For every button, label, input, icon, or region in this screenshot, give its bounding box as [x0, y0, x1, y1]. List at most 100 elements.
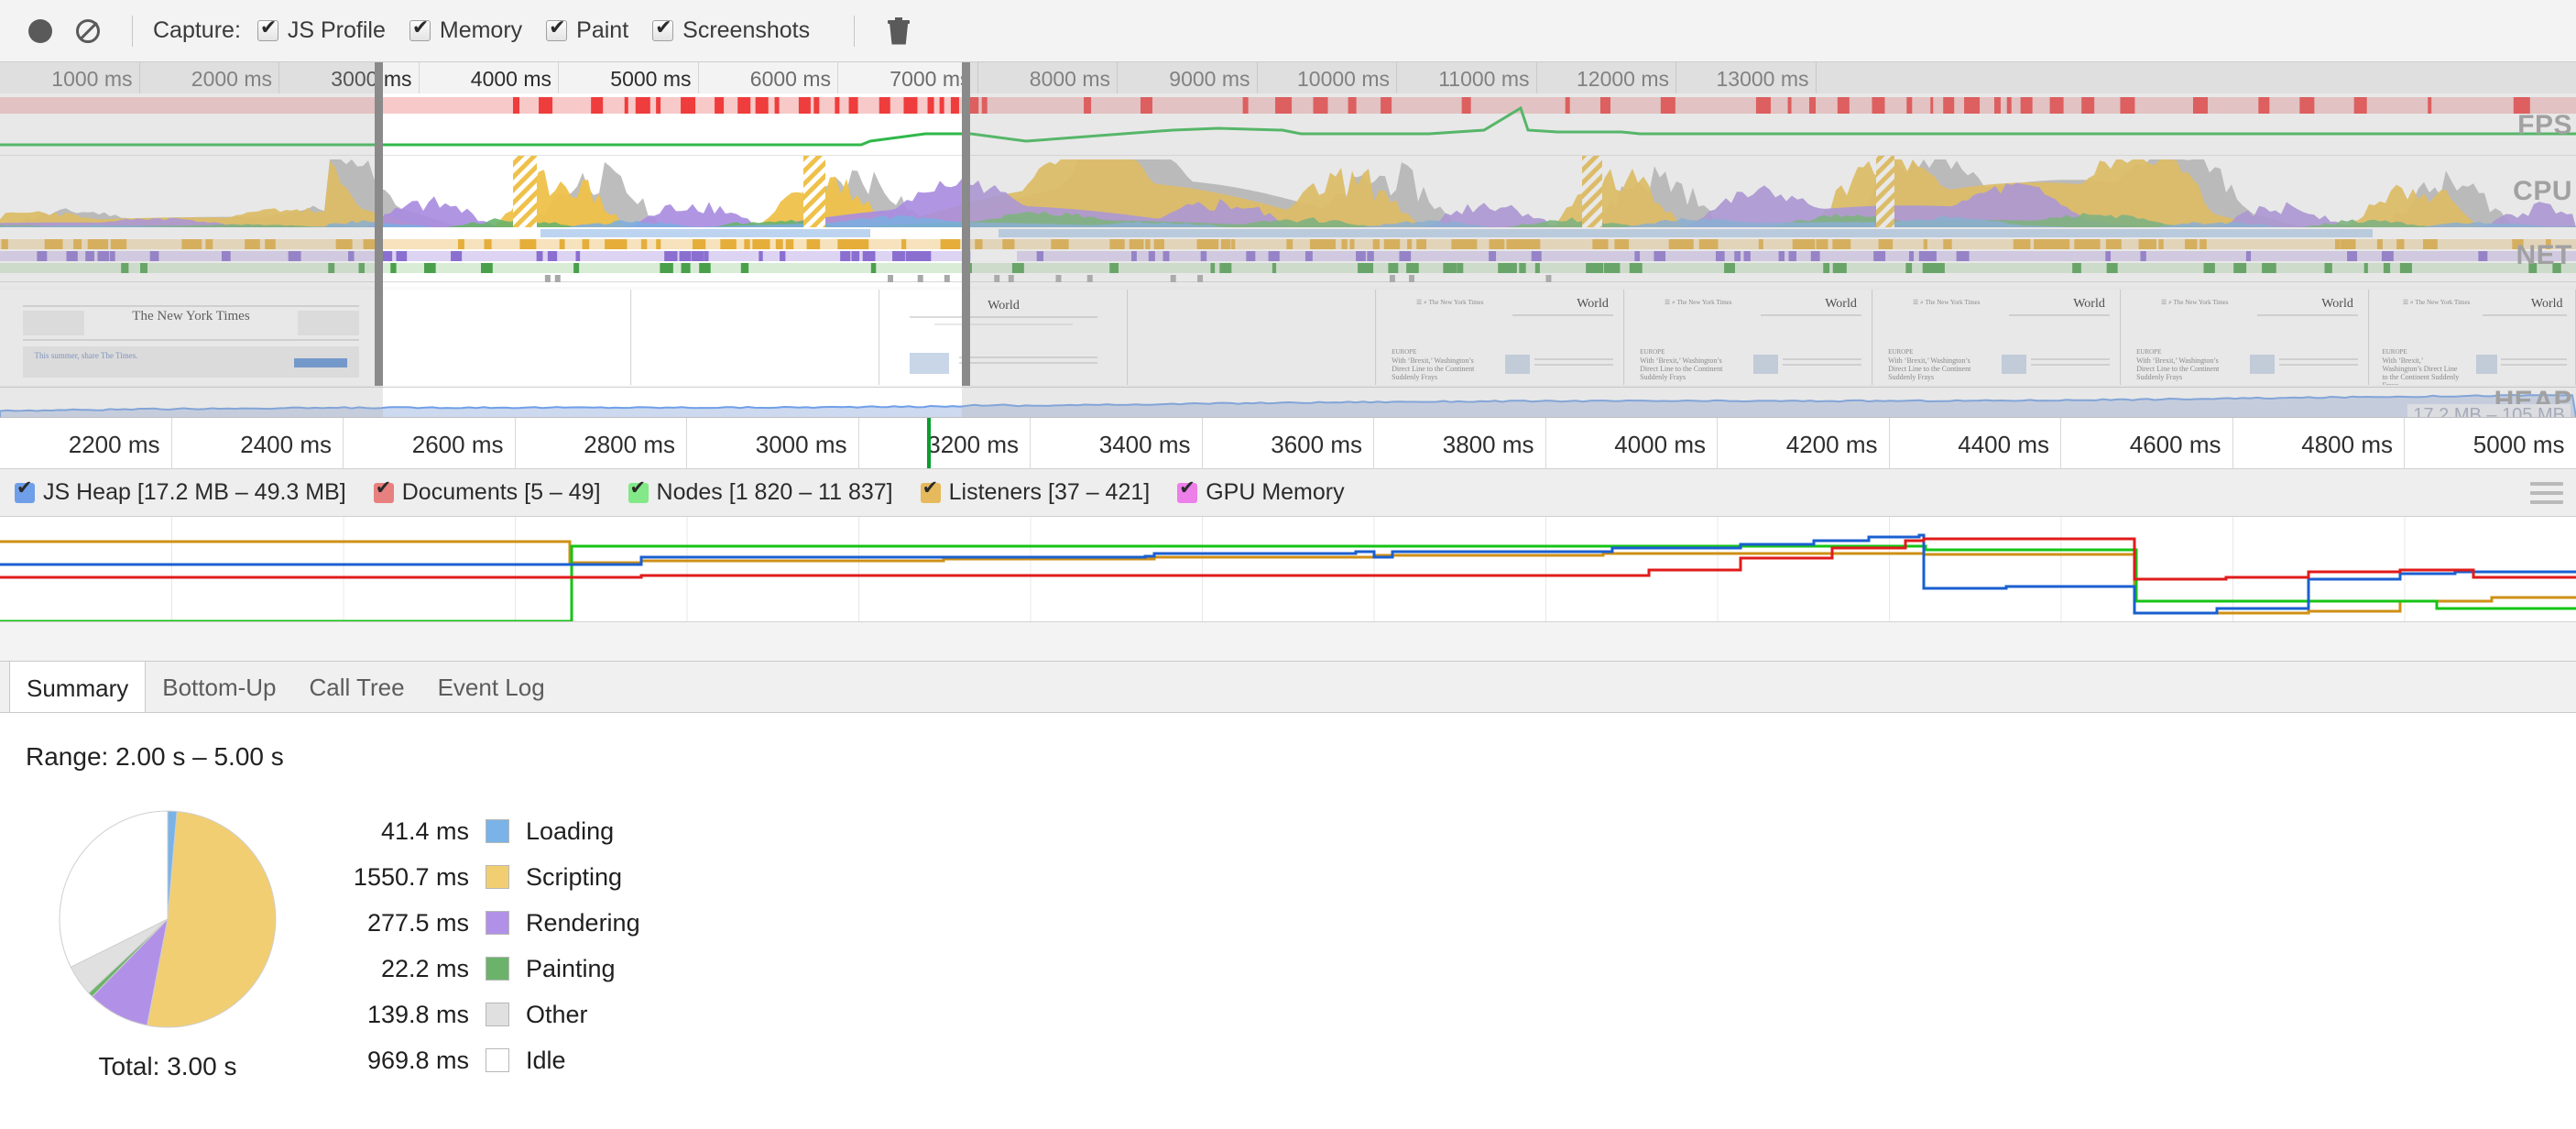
overview-ruler-tick: 2000 ms: [140, 62, 279, 93]
detail-ruler-tick: 2400 ms: [172, 418, 344, 468]
overview-filmstrip[interactable]: The New York Times This summer, share The…: [0, 287, 2576, 388]
legend-value: 22.2 ms: [380, 954, 469, 982]
legend-label: Rendering: [526, 908, 640, 937]
detail-ruler-tick: 4400 ms: [1890, 418, 2061, 468]
detail-ruler-tick: 5000 ms: [2405, 418, 2576, 468]
filmstrip-frame[interactable]: World: [880, 290, 1128, 385]
capture-option-label: Paint: [576, 17, 629, 43]
counter-toggle-1[interactable]: Documents [5 – 49]: [373, 478, 601, 506]
counter-toggle-2[interactable]: Nodes [1 820 – 11 837]: [628, 478, 893, 506]
detail-ruler-tick: 3000 ms: [687, 418, 859, 468]
record-button[interactable]: [16, 7, 64, 55]
tab-event-log[interactable]: Event Log: [421, 661, 562, 712]
capture-option-label: Screenshots: [682, 17, 811, 43]
capture-option-js-profile[interactable]: JS Profile: [257, 17, 386, 44]
legend-swatch-idle: [486, 1048, 509, 1072]
overview-ruler-tick: 1000 ms: [0, 62, 140, 93]
overview-network-band: NET: [0, 227, 2576, 282]
overview-ruler-tick: 9000 ms: [1118, 62, 1258, 93]
overview-ruler-tick: 7000 ms: [838, 62, 978, 93]
legend-label: Painting: [526, 954, 616, 982]
overview-fps-band: FPS: [0, 93, 2576, 156]
trash-icon: [888, 16, 911, 45]
capture-option-screenshots[interactable]: Screenshots: [652, 17, 810, 44]
capture-option-label: Memory: [439, 17, 523, 43]
overview-ruler[interactable]: 1000 ms 2000 ms 3000 ms 4000 ms 5000 ms 6000 …: [0, 62, 2576, 93]
filmstrip-frame[interactable]: World ☰ ⌕ The New York Times EUROPE With ‘B…: [2122, 290, 2369, 385]
tab-bottom-up[interactable]: Bottom-Up: [146, 661, 292, 712]
clear-circle-icon: [76, 18, 100, 43]
counter-toggle-0[interactable]: JS Heap [17.2 MB – 49.3 MB]: [15, 478, 346, 506]
detail-ruler-tick: 4800 ms: [2233, 418, 2405, 468]
legend-label: Loading: [526, 817, 615, 845]
toolbar-divider-2: [854, 15, 856, 47]
overview-selection-handle-right[interactable]: [962, 62, 970, 386]
legend-value: 1550.7 ms: [353, 862, 469, 891]
filmstrip-frame[interactable]: [384, 290, 631, 385]
filmstrip-frame[interactable]: [632, 290, 879, 385]
pie-total-label: Total: 3.00 s: [98, 1052, 237, 1080]
legend-row: 969.8 ms Idle: [302, 1037, 640, 1083]
counter-checkbox[interactable]: [920, 478, 941, 503]
checkbox-screenshots[interactable]: [652, 17, 674, 41]
checkbox-memory[interactable]: [409, 17, 431, 41]
clear-button[interactable]: [64, 7, 112, 55]
detail-ruler-tick: 4200 ms: [1718, 418, 1890, 468]
counter-toggle-3[interactable]: Listeners [37 – 421]: [920, 478, 1151, 506]
timeline-overview[interactable]: 1000 ms 2000 ms 3000 ms 4000 ms 5000 ms 6000 …: [0, 62, 2576, 417]
delete-recording-button[interactable]: [875, 7, 922, 55]
filmstrip-frame[interactable]: World ☰ ⌕ The New York Times EUROPE With ‘B…: [1873, 290, 2121, 385]
legend-value: 139.8 ms: [366, 1000, 469, 1028]
capture-option-label: JS Profile: [287, 17, 386, 43]
filmstrip-frame[interactable]: World ☰ ⌕ The New York Times EUROPE With ‘B…: [2370, 290, 2576, 385]
checkbox-paint[interactable]: [546, 17, 568, 41]
overview-ruler-tick: 3000 ms: [279, 62, 420, 93]
filmstrip-frame[interactable]: World ☰ ⌕ The New York Times EUROPE With ‘B…: [1625, 290, 1872, 385]
overview-ruler-tick: 6000 ms: [699, 62, 838, 93]
counter-checkbox[interactable]: [373, 478, 394, 503]
overview-selection-handle-left[interactable]: [375, 62, 383, 386]
pie-chart-legend: 41.4 ms Loading 1550.7 ms Scripting 277.5 ms…: [302, 808, 640, 1083]
legend-swatch-loading: [486, 819, 509, 843]
cpu-band-label: CPU: [2513, 176, 2572, 206]
counter-checkbox[interactable]: [1177, 478, 1198, 503]
range-label: Range: 2.00 s – 5.00 s: [26, 742, 284, 771]
counter-label: Listeners [37 – 421]: [948, 479, 1151, 505]
capture-option-paint[interactable]: Paint: [546, 17, 628, 44]
detail-ruler-tick: 3400 ms: [1031, 418, 1203, 468]
capture-label: Capture:: [153, 17, 241, 43]
capture-option-memory[interactable]: Memory: [409, 17, 522, 44]
detail-ruler-tick: 2800 ms: [516, 418, 687, 468]
hamburger-menu-icon[interactable]: [2530, 482, 2563, 504]
counter-checkbox[interactable]: [628, 478, 649, 503]
tab-summary[interactable]: Summary: [9, 661, 147, 712]
tab-call-tree[interactable]: Call Tree: [293, 661, 421, 712]
legend-label: Other: [526, 1000, 588, 1028]
memory-chart-footer: [0, 621, 2576, 662]
counter-checkbox[interactable]: [15, 478, 35, 503]
timeline-marker[interactable]: [927, 418, 931, 468]
toolbar-divider-1: [132, 15, 133, 47]
counter-toggle-4[interactable]: GPU Memory: [1177, 478, 1345, 506]
overview-ruler-tick: 5000 ms: [559, 62, 699, 93]
activity-pie-chart[interactable]: [53, 805, 282, 1034]
filmstrip-frame[interactable]: The New York Times This summer, share The…: [0, 290, 383, 385]
legend-row: 22.2 ms Painting: [302, 946, 640, 992]
net-band-label: NET: [2516, 240, 2572, 270]
checkbox-js-profile[interactable]: [257, 17, 278, 41]
filmstrip-frame[interactable]: [1129, 290, 1376, 385]
performance-toolbar: Capture: JS Profile Memory Paint Screens…: [0, 0, 2576, 62]
filmstrip-frame[interactable]: World ☰ ⌕ The New York Times EUROPE With ‘B…: [1377, 290, 1624, 385]
overview-ruler-tick: 12000 ms: [1537, 62, 1676, 93]
heap-range-label: 17.2 MB – 105 MB: [2407, 404, 2571, 417]
legend-value: 41.4 ms: [380, 817, 469, 845]
counter-label: Nodes [1 820 – 11 837]: [656, 479, 893, 505]
detail-timeline-ruler[interactable]: 2200 ms 2400 ms 2600 ms 2800 ms 3000 ms 3200 …: [0, 417, 2576, 469]
record-dot-icon: [28, 18, 52, 43]
detail-ruler-tick: 4600 ms: [2061, 418, 2233, 468]
legend-swatch-scripting: [486, 865, 509, 889]
overview-ruler-tick: 8000 ms: [978, 62, 1118, 93]
counter-label: JS Heap [17.2 MB – 49.3 MB]: [43, 479, 346, 505]
detail-view-tabs[interactable]: Summary Bottom-Up Call Tree Event Log: [0, 661, 2576, 713]
legend-value: 277.5 ms: [366, 908, 469, 937]
